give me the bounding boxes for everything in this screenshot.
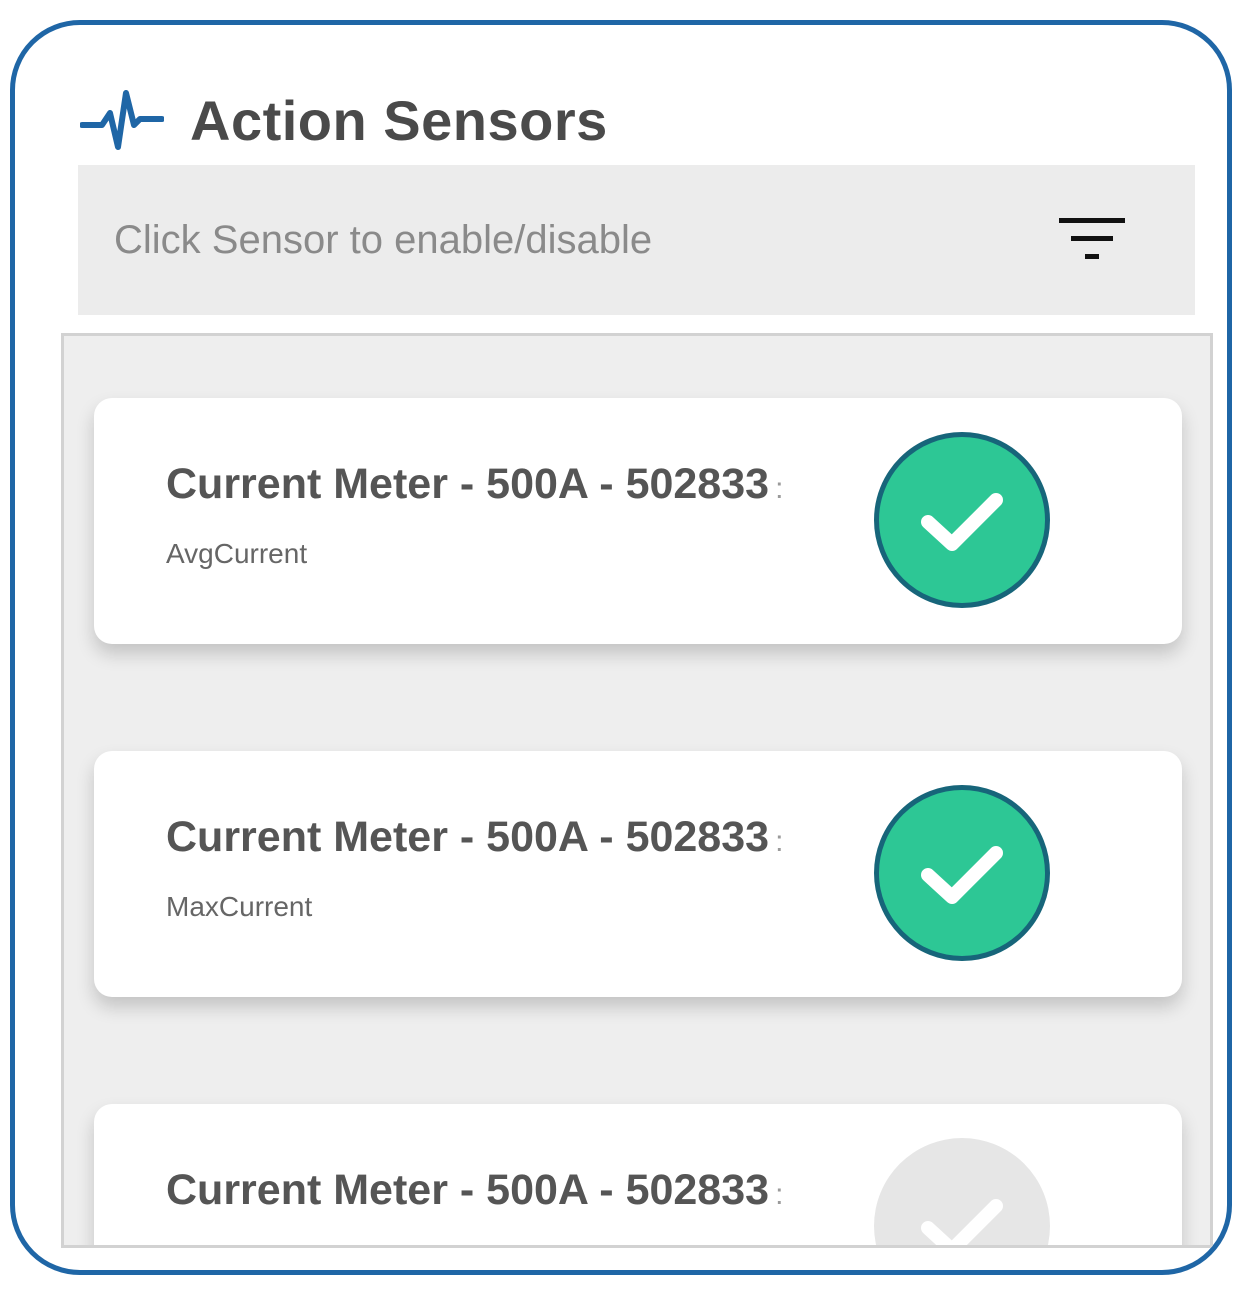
sensor-type: MaxCurrent <box>166 891 313 922</box>
sensor-type: AvgCurrent <box>166 538 308 569</box>
check-icon <box>921 846 1003 904</box>
panel-header: Action Sensors <box>80 85 608 155</box>
sensor-list[interactable]: Current Meter - 500A - 502833: AvgCurren… <box>61 333 1213 1248</box>
sensor-card[interactable]: Current Meter - 500A - 502833: <box>94 1104 1182 1245</box>
sensor-name: Current Meter - 500A - 502833: <box>166 460 784 508</box>
sensor-name: Current Meter - 500A - 502833: <box>166 813 784 861</box>
pulse-icon <box>80 90 164 150</box>
sensor-card[interactable]: Current Meter - 500A - 502833: MaxCurren… <box>94 751 1182 997</box>
sensor-panel: Action Sensors Click Sensor to enable/di… <box>10 20 1232 1275</box>
filter-icon[interactable] <box>1059 216 1125 264</box>
filter-hint: Click Sensor to enable/disable <box>114 217 653 262</box>
check-icon <box>921 493 1003 551</box>
check-icon <box>921 1199 1003 1245</box>
sensor-card[interactable]: Current Meter - 500A - 502833: AvgCurren… <box>94 398 1182 644</box>
sensor-name-separator: : <box>775 825 784 858</box>
sensor-name: Current Meter - 500A - 502833: <box>166 1166 784 1214</box>
sensor-toggle[interactable] <box>874 432 1050 608</box>
sensor-toggle[interactable] <box>874 1138 1050 1245</box>
panel-title: Action Sensors <box>190 88 608 152</box>
sensor-name-separator: : <box>775 1178 784 1211</box>
sensor-name-separator: : <box>775 472 784 505</box>
sensor-toggle[interactable] <box>874 785 1050 961</box>
filter-bar: Click Sensor to enable/disable <box>78 165 1195 315</box>
